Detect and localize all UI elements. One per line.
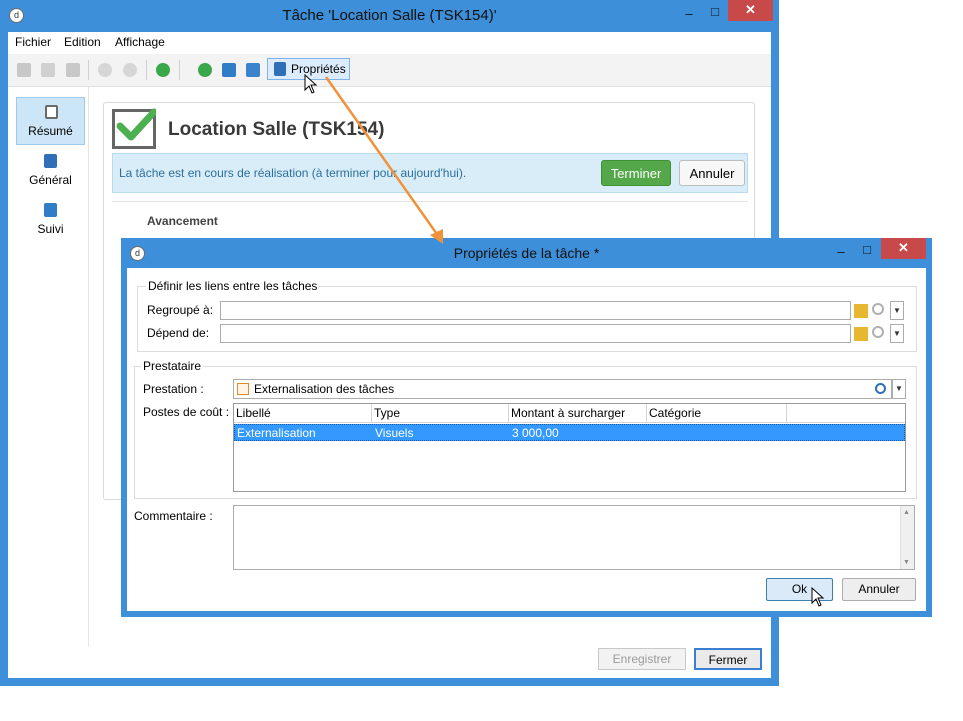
scrollbar[interactable]: ▲ ▼	[900, 506, 914, 569]
service-label: Prestation :	[143, 382, 204, 396]
grouped-label: Regroupé à:	[147, 303, 214, 317]
task-icon[interactable]	[246, 63, 260, 77]
save-button[interactable]: Enregistrer	[598, 648, 686, 670]
sidebar-item-resume[interactable]: Résumé	[16, 97, 85, 145]
window-title: Tâche 'Location Salle (TSK154)'	[282, 7, 497, 24]
close-icon[interactable]: ✕	[728, 0, 773, 21]
dialog-client: Définir les liens entre les tâches Regro…	[127, 268, 926, 611]
section-heading: Avancement	[147, 214, 218, 228]
cursor-icon	[304, 74, 318, 94]
service-icon	[237, 383, 249, 395]
maximize-icon[interactable]: □	[854, 240, 880, 261]
calculator-icon[interactable]	[198, 63, 212, 77]
search-icon[interactable]	[872, 303, 884, 315]
paste-icon[interactable]	[66, 63, 80, 77]
scroll-down-icon[interactable]: ▼	[903, 559, 910, 566]
search-icon[interactable]	[875, 383, 886, 394]
chevron-down-icon[interactable]: ▼	[890, 324, 904, 343]
menu-bar: Fichier Edition Affichage	[8, 32, 771, 54]
scroll-up-icon[interactable]: ▲	[903, 509, 910, 516]
close-button[interactable]: Fermer	[694, 648, 762, 670]
task-title: Location Salle (TSK154)	[168, 119, 385, 140]
status-bar: La tâche est en cours de réalisation (à …	[112, 153, 748, 193]
toolbar-separator	[179, 60, 180, 80]
cut-icon[interactable]	[41, 63, 55, 77]
divider	[112, 201, 748, 202]
service-combo[interactable]: Externalisation des tâches	[233, 379, 892, 399]
chevron-down-icon[interactable]: ▼	[892, 379, 906, 399]
links-group: Définir les liens entre les tâches Regro…	[137, 279, 917, 352]
properties-dialog: d Propriétés de la tâche * – □ ✕ Définir…	[121, 238, 932, 617]
refresh-icon[interactable]	[156, 63, 170, 77]
column-header[interactable]: Montant à surcharger	[511, 406, 625, 420]
undo-icon[interactable]	[98, 63, 112, 77]
toolbar: Propriétés	[8, 54, 771, 87]
column-header[interactable]: Type	[374, 406, 400, 420]
task-check-icon	[112, 108, 156, 149]
toolbar-separator	[146, 60, 147, 80]
cell-montant: 3 000,00	[512, 426, 559, 440]
column-divider	[786, 404, 787, 422]
cost-table[interactable]: Libellé Type Montant à surcharger Catégo…	[233, 403, 906, 492]
minimize-icon[interactable]: –	[828, 242, 854, 263]
cell-libelle: Externalisation	[237, 426, 316, 440]
search-icon[interactable]	[872, 326, 884, 338]
column-divider	[371, 404, 372, 422]
links-group-label: Définir les liens entre les tâches	[146, 279, 320, 293]
tracking-icon	[44, 203, 57, 217]
status-text: La tâche est en cours de réalisation (à …	[119, 166, 467, 180]
cost-label: Postes de coût :	[143, 405, 230, 419]
dialog-title: Propriétés de la tâche *	[453, 245, 600, 261]
cursor-icon	[811, 587, 825, 607]
depends-input[interactable]	[220, 324, 851, 343]
column-divider	[508, 404, 509, 422]
service-value: Externalisation des tâches	[254, 382, 395, 396]
copy-icon[interactable]	[17, 63, 31, 77]
menu-fichier[interactable]: Fichier	[15, 35, 51, 49]
sidebar-item-suivi[interactable]: Suivi	[16, 196, 85, 244]
maximize-icon[interactable]: □	[702, 2, 728, 23]
redo-icon[interactable]	[123, 63, 137, 77]
table-row[interactable]: Externalisation Visuels 3 000,00	[234, 424, 905, 441]
toolbar-separator	[88, 60, 89, 80]
chevron-down-icon[interactable]: ▼	[890, 301, 904, 320]
cell-type: Visuels	[375, 426, 414, 440]
folder-icon[interactable]	[854, 304, 868, 318]
grouped-input[interactable]	[220, 301, 851, 320]
finish-button[interactable]: Terminer	[601, 160, 671, 186]
sidebar-item-label: Général	[29, 173, 72, 187]
folder-icon[interactable]	[854, 327, 868, 341]
checkmark-icon	[116, 108, 156, 141]
provider-group-label: Prestataire	[141, 359, 204, 373]
cancel-task-button[interactable]: Annuler	[679, 160, 745, 186]
checkbox-icon	[45, 105, 58, 119]
sidebar-item-label: Résumé	[28, 124, 73, 138]
dialog-title-bar[interactable]: d Propriétés de la tâche * – □ ✕	[121, 238, 932, 268]
table-header: Libellé Type Montant à surcharger Catégo…	[234, 404, 905, 423]
column-header[interactable]: Libellé	[236, 406, 271, 420]
comment-label: Commentaire :	[134, 509, 213, 523]
column-header[interactable]: Catégorie	[649, 406, 701, 420]
sidebar-item-general[interactable]: Général	[16, 147, 85, 195]
clipboard-icon	[44, 154, 57, 168]
comment-textarea[interactable]: ▲ ▼	[233, 505, 915, 570]
sidebar-item-label: Suivi	[37, 222, 64, 236]
sidebar: Résumé Général Suivi	[8, 87, 89, 647]
menu-edition[interactable]: Edition	[64, 35, 101, 49]
dialog-cancel-button[interactable]: Annuler	[842, 578, 916, 601]
menu-affichage[interactable]: Affichage	[115, 35, 165, 49]
minimize-icon[interactable]: –	[676, 4, 702, 25]
window-title-bar[interactable]: d Tâche 'Location Salle (TSK154)' – □ ✕	[0, 0, 779, 32]
clipboard-icon	[274, 62, 286, 76]
close-icon[interactable]: ✕	[881, 238, 926, 259]
depends-label: Dépend de:	[147, 326, 210, 340]
column-divider	[646, 404, 647, 422]
workflow-icon[interactable]	[222, 63, 236, 77]
properties-label: Propriétés	[291, 62, 346, 76]
